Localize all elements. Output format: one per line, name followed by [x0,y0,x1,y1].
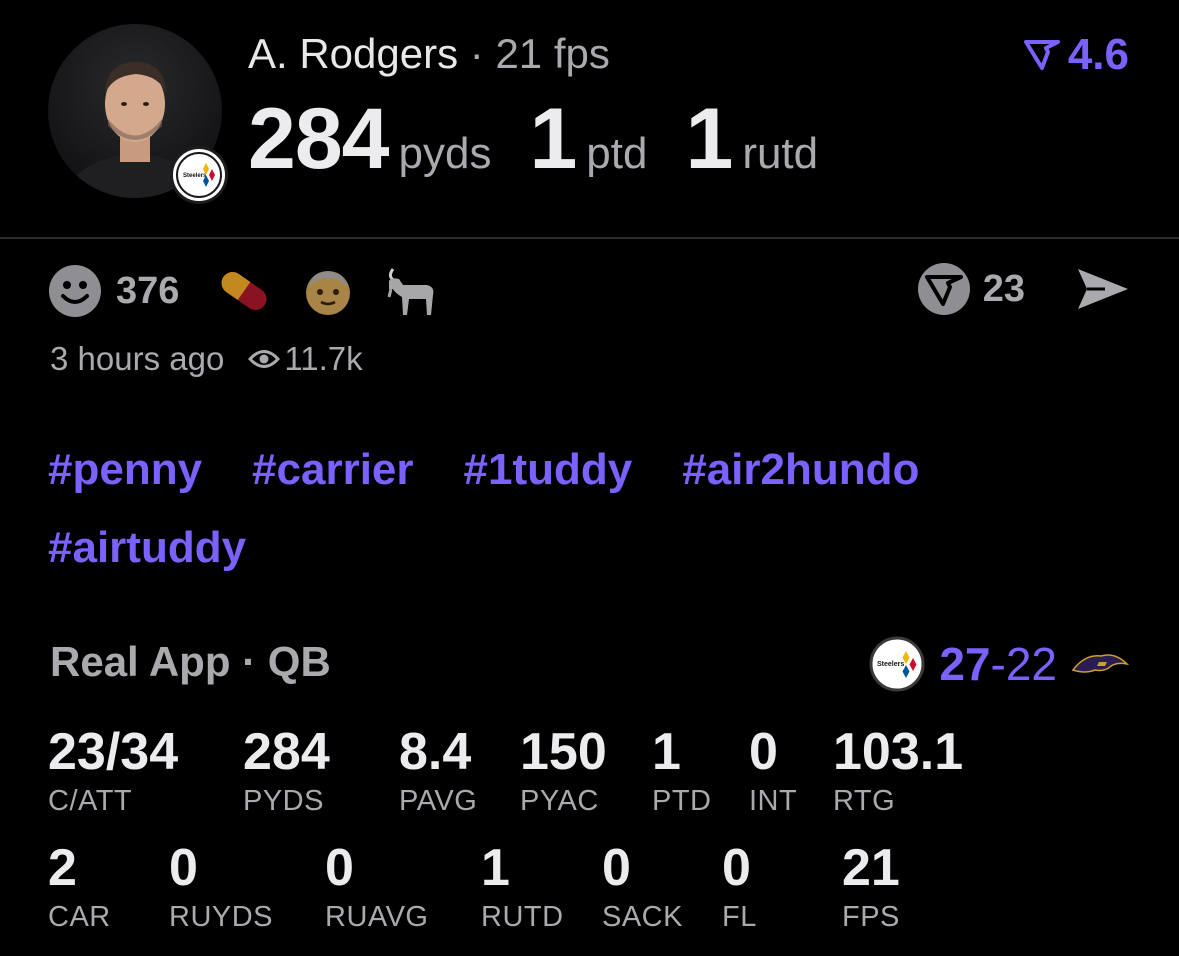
hashtag[interactable]: #penny [48,440,202,500]
stat-label: RTG [833,785,896,817]
smiley-icon[interactable] [48,264,102,318]
old-man-icon[interactable] [301,264,355,318]
stat-cell: 103.1 RTG [833,726,963,818]
pill-icon[interactable] [215,262,273,320]
stat-label: RUTD [481,901,564,933]
stat-label: PYDS [243,785,324,817]
hashtag-list: #penny #carrier #1tuddy #air2hundo #airt… [48,440,1128,578]
svg-text:Steelers: Steelers [877,661,904,668]
share-count: 23 [982,267,1025,310]
stat-cell: 0 FL [722,842,757,934]
stat-value: 2 [48,839,77,897]
headline-stat-value: 284 [248,91,389,187]
stat-cell: 21 FPS [842,842,900,934]
stat-value: 0 [749,723,778,781]
headline-stat-value: 1 [685,91,733,187]
stat-value: 21 [842,839,900,897]
stat-label: RUYDS [169,901,274,933]
stat-value: 1 [481,839,510,897]
headline-stat-value: 1 [529,91,577,187]
stat-value: 0 [602,839,631,897]
stat-cell: 1 RUTD [481,842,564,934]
hashtag[interactable]: #1tuddy [464,440,633,500]
hashtag[interactable]: #carrier [252,440,413,500]
divider [0,237,1179,239]
reactions-bar: 376 [48,262,467,320]
real-logo-icon[interactable] [917,262,971,316]
stat-cell: 23/34 C/ATT [48,726,178,818]
stat-value: 284 [243,723,330,781]
stat-cell: 0 RUYDS [169,842,273,934]
send-icon[interactable] [1075,265,1131,313]
stat-value: 0 [169,839,198,897]
rating-value: 4.6 [1067,30,1129,79]
eye-icon [248,350,281,368]
team-score: 27 [939,638,991,690]
stat-value: 0 [325,839,354,897]
opponent-score: 22 [1005,638,1057,690]
steelers-logo-icon: Steelers [869,636,925,692]
stat-label: FPS [842,901,900,933]
stat-label: CAR [48,901,111,933]
views: 11.7k [248,340,363,378]
stat-cell: 2 CAR [48,842,111,934]
stat-cell: 0 SACK [602,842,683,934]
goat-icon[interactable] [383,263,439,319]
rating[interactable]: 4.6 [1023,30,1129,80]
ravens-logo-icon [1071,654,1129,673]
stat-cell: 0 RUAVG [325,842,428,934]
view-count: 11.7k [284,340,363,377]
steelers-logo-icon: Steelers [170,146,228,204]
stat-label: INT [749,785,798,817]
player-fps: 21 fps [495,30,610,77]
post-meta: 3 hours ago 11.7k [50,340,363,378]
reaction-count: 376 [116,269,180,312]
stat-label: PAVG [399,785,478,817]
stat-label: FL [722,901,757,933]
stat-cell: 0 INT [749,726,797,818]
stat-label: SACK [602,901,683,933]
stat-value: 150 [520,723,607,781]
stat-value: 8.4 [399,723,472,781]
share-actions: 23 [917,262,1131,316]
real-logo-icon [1023,40,1060,70]
stat-cell: 1 PTD [652,726,712,818]
headline-stat-unit: ptd [586,129,648,178]
stat-label: PTD [652,785,712,817]
hashtag[interactable]: #air2hundo [682,440,919,500]
stat-value: 23/34 [48,723,179,781]
stat-value: 1 [652,723,681,781]
stat-label: PYAC [520,785,599,817]
stat-cell: 8.4 PAVG [399,726,477,818]
stat-value: 103.1 [833,723,964,781]
player-name-line[interactable]: A. Rodgers · 21 fps [248,30,610,78]
game-label: Real App · QB [50,638,331,685]
player-name[interactable]: A. Rodgers [248,30,458,77]
stat-value: 0 [722,839,751,897]
separator: · [458,30,496,77]
headline-stat-unit: rutd [742,129,819,178]
hashtag[interactable]: #airtuddy [48,518,246,578]
stat-label: RUAVG [325,901,429,933]
svg-text:Steelers: Steelers [183,173,207,179]
stat-label: C/ATT [48,785,133,817]
headline-stat-unit: pyds [398,129,492,178]
timestamp: 3 hours ago [50,340,225,377]
game-score[interactable]: Steelers 27-22 [869,636,1129,692]
headline-stats: 284 pyds 1 ptd 1 rutd [248,90,856,189]
score-separator: - [990,638,1006,690]
stat-cell: 150 PYAC [520,726,607,818]
stat-cell: 284 PYDS [243,726,330,818]
